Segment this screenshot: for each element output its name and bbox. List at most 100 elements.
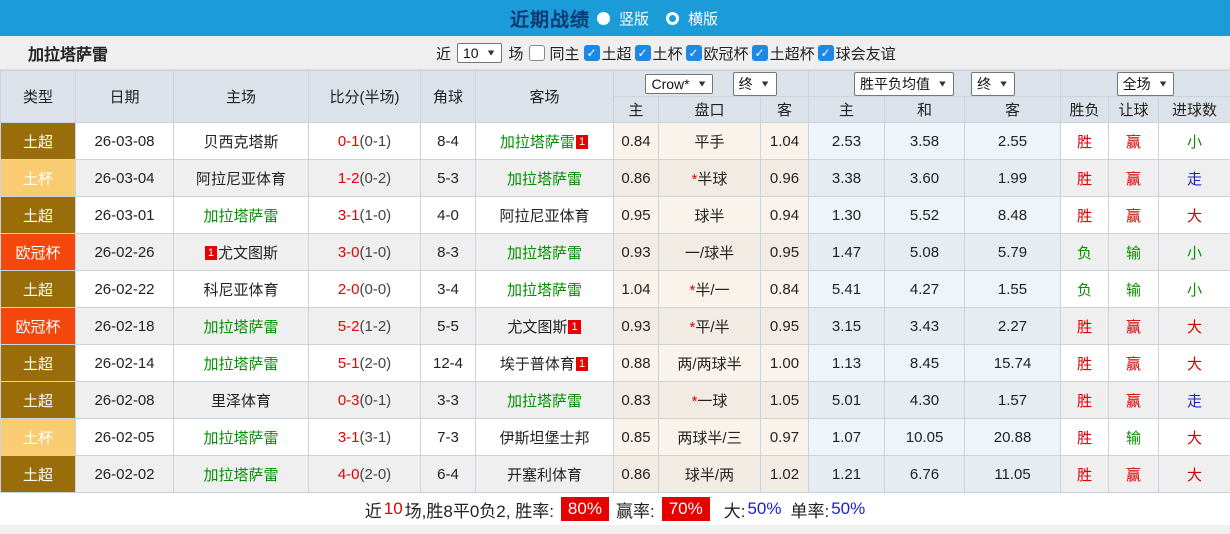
- avg-odds-select[interactable]: 胜平负均值 ▼: [854, 71, 954, 96]
- avg-win-odds: 5.01: [808, 381, 886, 419]
- home-team-name[interactable]: 阿拉尼亚体育: [196, 171, 286, 188]
- avg-draw-odds: 8.45: [884, 344, 966, 382]
- odds-value: 0.97: [769, 428, 800, 446]
- summary-count: 10: [383, 499, 403, 518]
- full-time-score: 4-0: [337, 465, 360, 483]
- away-team-name[interactable]: 阿拉尼亚体育: [499, 208, 589, 225]
- date-cell: 26-03-04: [75, 159, 174, 197]
- full-time-score: 1-2: [337, 169, 360, 187]
- odds-value: 1.57: [997, 391, 1028, 409]
- league-checkbox[interactable]: ✓: [817, 45, 834, 61]
- half-time-score: (2-0): [359, 465, 392, 483]
- period-select[interactable]: 全场 ▼: [1116, 71, 1175, 96]
- away-team-name[interactable]: 开塞利体育: [507, 467, 582, 484]
- league-checkboxes: ✓ 土超 ✓ 土杯 ✓ 欧冠杯 ✓ 土超杯 ✓ 球会友谊: [583, 43, 897, 64]
- corner-cell: 4-0: [420, 196, 476, 234]
- league-checkbox[interactable]: ✓: [634, 45, 651, 61]
- odds-value: 0.84: [621, 132, 651, 150]
- full-time-score: 3-1: [337, 206, 360, 224]
- horizontal-radio-icon[interactable]: [666, 11, 679, 25]
- table-row: 土超 26-02-02 加拉塔萨雷 4-0(2-0) 6-4 开塞利体育 0.86 球半/两 1…: [0, 455, 1230, 493]
- handicap-time-select[interactable]: 终 ▼: [732, 71, 777, 96]
- away-team-name[interactable]: 加拉塔萨雷: [507, 282, 582, 299]
- avg-lose-odds: 15.74: [964, 344, 1062, 382]
- avg-time-select[interactable]: 终 ▼: [971, 71, 1015, 96]
- away-team-cell: 加拉塔萨雷: [475, 381, 614, 419]
- handicap-text: 半球: [697, 170, 728, 188]
- result-outcome-cell: 胜: [1060, 307, 1110, 345]
- odds-value: 0.86: [621, 465, 651, 483]
- odds-value: 0.85: [621, 428, 651, 446]
- league-checkbox[interactable]: ✓: [685, 45, 702, 61]
- score-cell: 3-1(1-0): [308, 196, 421, 234]
- handicap-home-odds: 0.88: [613, 344, 659, 382]
- half-time-score: (0-0): [359, 280, 392, 298]
- result-goals-cell: 小: [1158, 270, 1230, 308]
- away-team-cell: 阿拉尼亚体育: [475, 196, 614, 234]
- avg-win-odds: 1.47: [808, 233, 886, 271]
- away-team-name[interactable]: 加拉塔萨雷: [507, 171, 582, 188]
- avg-draw-odds: 4.30: [884, 381, 966, 419]
- games-count-select[interactable]: 10 ▼: [457, 43, 503, 63]
- chevron-down-icon: ▼: [998, 78, 1009, 89]
- odds-value: 3.43: [909, 317, 940, 335]
- subheader-handicap-line: 盘口: [658, 96, 761, 123]
- avg-lose-odds: 2.55: [964, 122, 1062, 160]
- full-time-score: 5-2: [337, 317, 360, 335]
- odds-value: 6.76: [909, 465, 940, 483]
- home-team-cell: 1 尤文图斯: [173, 233, 309, 271]
- handicap-home-odds: 0.83: [613, 381, 659, 419]
- vertical-radio-selected-icon[interactable]: [596, 11, 610, 25]
- result-outcome-cell: 胜: [1060, 196, 1110, 234]
- home-team-name[interactable]: 加拉塔萨雷: [203, 208, 278, 225]
- avg-draw-odds: 3.43: [884, 307, 966, 345]
- away-team-name[interactable]: 尤文图斯: [507, 319, 567, 336]
- odds-value: 0.95: [621, 206, 651, 224]
- home-team-name[interactable]: 加拉塔萨雷: [203, 356, 278, 373]
- odds-value: 15.74: [993, 354, 1032, 372]
- result-goals-cell: 小: [1158, 122, 1230, 160]
- match-date: 26-02-08: [94, 391, 155, 409]
- result-handicap-cell: 输: [1108, 270, 1160, 308]
- away-team-name[interactable]: 伊斯坦堡士邦: [499, 430, 589, 447]
- col-header-corner: 角球: [420, 70, 476, 123]
- home-team-cell: 加拉塔萨雷: [173, 196, 309, 234]
- home-team-name[interactable]: 加拉塔萨雷: [203, 467, 278, 484]
- same-home-checkbox[interactable]: [528, 45, 545, 61]
- league-checkbox-label: 土杯: [652, 45, 683, 63]
- home-team-cell: 加拉塔萨雷: [173, 418, 309, 456]
- table-row: 欧冠杯 26-02-26 1 尤文图斯 3-0(1-0) 8-3 加拉塔萨雷 0.93 一/球半…: [0, 233, 1230, 271]
- result-handicap: 输: [1126, 429, 1142, 447]
- odds-value: 1.13: [831, 354, 862, 372]
- result-outcome-cell: 胜: [1060, 418, 1110, 456]
- result-outcome: 胜: [1077, 318, 1093, 336]
- corner-cell: 12-4: [420, 344, 476, 382]
- handicap-rate-badge: 70%: [661, 497, 710, 521]
- handicap-line: *一球: [658, 381, 761, 419]
- odds-value: 1.07: [831, 428, 862, 446]
- home-team-name[interactable]: 里泽体育: [211, 393, 271, 410]
- away-team-name[interactable]: 加拉塔萨雷: [507, 393, 582, 410]
- away-team-name[interactable]: 加拉塔萨雷: [500, 134, 575, 151]
- match-date: 26-02-26: [94, 243, 155, 261]
- match-date: 26-03-01: [94, 206, 155, 224]
- home-team-name[interactable]: 贝西克塔斯: [203, 134, 278, 151]
- type-cell: 土超: [0, 455, 76, 493]
- home-team-name[interactable]: 尤文图斯: [218, 245, 278, 262]
- table-row: 土超 26-03-08 贝西克塔斯 0-1(0-1) 8-4 加拉塔萨雷 1 0.84 平手 1.…: [0, 122, 1230, 160]
- horizontal-radio-label[interactable]: 横版: [688, 8, 718, 29]
- league-checkbox[interactable]: ✓: [751, 45, 768, 61]
- home-team-name[interactable]: 科尼亚体育: [203, 282, 278, 299]
- home-team-name[interactable]: 加拉塔萨雷: [203, 430, 278, 447]
- bookmaker-select[interactable]: Crow* ▼: [645, 73, 714, 94]
- corner-count: 3-3: [437, 391, 459, 409]
- summary-label3: 大:: [723, 501, 746, 521]
- away-team-name[interactable]: 加拉塔萨雷: [507, 245, 582, 262]
- result-handicap-cell: 赢: [1108, 122, 1160, 160]
- chevron-down-icon: ▼: [1157, 78, 1169, 89]
- vertical-radio-label[interactable]: 竖版: [619, 8, 649, 29]
- home-team-name[interactable]: 加拉塔萨雷: [203, 319, 278, 336]
- league-checkbox[interactable]: ✓: [583, 45, 600, 61]
- away-team-name[interactable]: 埃于普体育: [500, 356, 575, 373]
- avg-lose-odds: 20.88: [964, 418, 1062, 456]
